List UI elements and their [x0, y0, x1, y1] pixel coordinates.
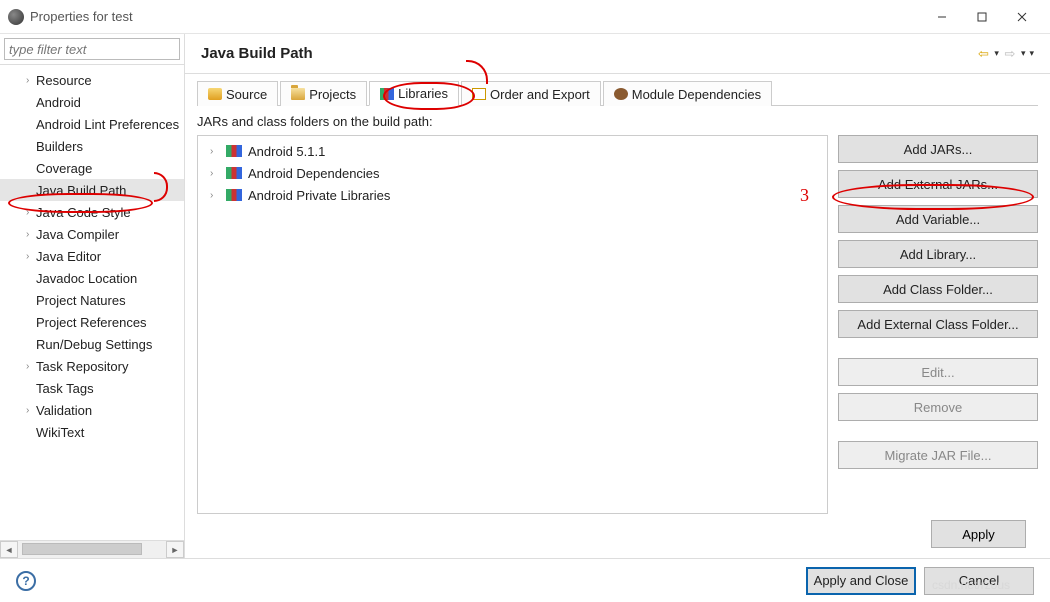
- library-label: Android Dependencies: [248, 166, 380, 181]
- library-label: Android Private Libraries: [248, 188, 390, 203]
- module-icon: [614, 88, 628, 100]
- scroll-thumb[interactable]: [22, 543, 142, 555]
- view-menu[interactable]: ▾: [1029, 48, 1034, 59]
- sidebar-item-label: Java Code Style: [36, 205, 131, 220]
- sidebar-item-run-debug[interactable]: Run/Debug Settings: [0, 333, 184, 355]
- sidebar-item-java-editor[interactable]: ›Java Editor: [0, 245, 184, 267]
- add-class-folder-button[interactable]: Add Class Folder...: [838, 275, 1038, 303]
- add-external-jars-button[interactable]: Add External JARs...: [838, 170, 1038, 198]
- tab-order-export[interactable]: Order and Export: [461, 81, 601, 106]
- scroll-right-button[interactable]: ►: [166, 541, 184, 558]
- sidebar-item-label: Java Compiler: [36, 227, 119, 242]
- nav-forward-icon[interactable]: ⇨: [1003, 47, 1017, 61]
- library-icon: [226, 167, 242, 179]
- library-icon: [226, 189, 242, 201]
- tab-label: Libraries: [398, 86, 448, 101]
- library-item[interactable]: ›Android 5.1.1: [202, 140, 823, 162]
- nav-back-menu[interactable]: ▾: [994, 48, 999, 59]
- tab-module-deps[interactable]: Module Dependencies: [603, 81, 772, 106]
- apply-close-button[interactable]: Apply and Close: [806, 567, 916, 595]
- window-title: Properties for test: [30, 9, 922, 24]
- sidebar-item-label: Project References: [36, 315, 147, 330]
- sidebar-item-project-natures[interactable]: Project Natures: [0, 289, 184, 311]
- sidebar-item-label: Resource: [36, 73, 92, 88]
- sidebar-item-java-code-style[interactable]: ›Java Code Style: [0, 201, 184, 223]
- sidebar-item-label: Coverage: [36, 161, 92, 176]
- apply-button[interactable]: Apply: [931, 520, 1026, 548]
- nav-back-icon[interactable]: ⇦: [976, 47, 990, 61]
- sidebar-item-label: Project Natures: [36, 293, 126, 308]
- tab-label: Order and Export: [490, 87, 590, 102]
- close-button[interactable]: [1002, 3, 1042, 31]
- tab-label: Projects: [309, 87, 356, 102]
- sidebar-item-task-tags[interactable]: Task Tags: [0, 377, 184, 399]
- library-item[interactable]: ›Android Private Libraries: [202, 184, 823, 206]
- sidebar-item-validation[interactable]: ›Validation: [0, 399, 184, 421]
- sidebar-item-builders[interactable]: Builders: [0, 135, 184, 157]
- migrate-jar-button[interactable]: Migrate JAR File...: [838, 441, 1038, 469]
- sidebar-item-label: Run/Debug Settings: [36, 337, 152, 352]
- sidebar-item-java-build-path[interactable]: Java Build Path: [0, 179, 184, 201]
- tab-label: Source: [226, 87, 267, 102]
- sidebar-item-project-references[interactable]: Project References: [0, 311, 184, 333]
- dialog-footer: ? Apply and Close Cancel csdn.net/rzous: [0, 558, 1050, 602]
- help-icon[interactable]: ?: [16, 571, 36, 591]
- sidebar-item-label: Task Repository: [36, 359, 128, 374]
- page-header: Java Build Path ⇦ ▾ ⇨ ▾ ▾: [185, 34, 1050, 74]
- add-library-button[interactable]: Add Library...: [838, 240, 1038, 268]
- library-label: Android 5.1.1: [248, 144, 325, 159]
- page-title: Java Build Path: [201, 45, 976, 62]
- sidebar-item-label: Javadoc Location: [36, 271, 137, 286]
- annotation-mark-3: 3: [800, 185, 809, 206]
- tab-source[interactable]: Source: [197, 81, 278, 106]
- tab-libraries[interactable]: Libraries: [369, 81, 459, 106]
- list-description: JARs and class folders on the build path…: [197, 114, 1038, 129]
- minimize-button[interactable]: [922, 3, 962, 31]
- add-jars-button[interactable]: Add JARs...: [838, 135, 1038, 163]
- sidebar-item-label: Builders: [36, 139, 83, 154]
- source-icon: [208, 88, 222, 100]
- library-icon: [226, 145, 242, 157]
- sidebar-item-resource[interactable]: ›Resource: [0, 69, 184, 91]
- tab-label: Module Dependencies: [632, 87, 761, 102]
- order-icon: [472, 88, 486, 100]
- libraries-list[interactable]: ›Android 5.1.1 ›Android Dependencies ›An…: [197, 135, 828, 514]
- remove-button[interactable]: Remove: [838, 393, 1038, 421]
- sidebar-item-label: Validation: [36, 403, 92, 418]
- library-item[interactable]: ›Android Dependencies: [202, 162, 823, 184]
- sidebar-item-label: Android Lint Preferences: [36, 117, 179, 132]
- sidebar-hscrollbar[interactable]: ◄ ►: [0, 540, 184, 558]
- add-variable-button[interactable]: Add Variable...: [838, 205, 1038, 233]
- sidebar-item-label: Android: [36, 95, 81, 110]
- sidebar-item-task-repository[interactable]: ›Task Repository: [0, 355, 184, 377]
- cancel-button[interactable]: Cancel: [924, 567, 1034, 595]
- add-external-class-folder-button[interactable]: Add External Class Folder...: [838, 310, 1038, 338]
- nav-forward-menu[interactable]: ▾: [1021, 48, 1026, 59]
- sidebar-item-android[interactable]: Android: [0, 91, 184, 113]
- sidebar-item-wikitext[interactable]: WikiText: [0, 421, 184, 443]
- sidebar-item-label: WikiText: [36, 425, 84, 440]
- filter-input[interactable]: [4, 38, 180, 60]
- app-icon: [8, 9, 24, 25]
- edit-button[interactable]: Edit...: [838, 358, 1038, 386]
- tabbar: Source Projects Libraries Order and Expo…: [185, 74, 1050, 105]
- sidebar-item-coverage[interactable]: Coverage: [0, 157, 184, 179]
- sidebar-item-java-compiler[interactable]: ›Java Compiler: [0, 223, 184, 245]
- scroll-left-button[interactable]: ◄: [0, 541, 18, 558]
- sidebar-item-android-lint[interactable]: Android Lint Preferences: [0, 113, 184, 135]
- sidebar-item-label: Java Editor: [36, 249, 101, 264]
- books-icon: [380, 88, 394, 100]
- category-tree[interactable]: ›Resource Android Android Lint Preferenc…: [0, 65, 184, 540]
- sidebar: ›Resource Android Android Lint Preferenc…: [0, 34, 185, 558]
- sidebar-item-javadoc-location[interactable]: Javadoc Location: [0, 267, 184, 289]
- folder-icon: [291, 88, 305, 100]
- sidebar-item-label: Java Build Path: [36, 183, 126, 198]
- titlebar: Properties for test: [0, 0, 1050, 34]
- sidebar-item-label: Task Tags: [36, 381, 94, 396]
- tab-projects[interactable]: Projects: [280, 81, 367, 106]
- maximize-button[interactable]: [962, 3, 1002, 31]
